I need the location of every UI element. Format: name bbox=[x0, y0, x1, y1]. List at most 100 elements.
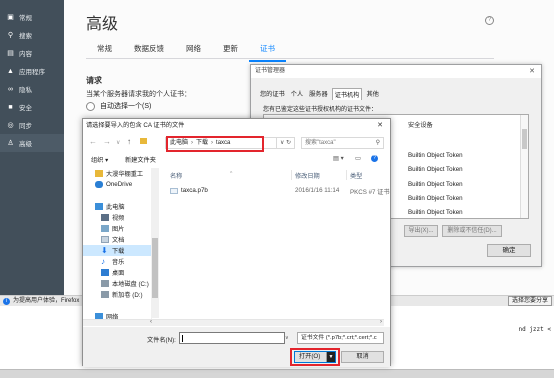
share-choice-button[interactable]: 选择您要分享 bbox=[507, 296, 552, 306]
refresh-icon[interactable]: ∨ ↻ bbox=[277, 137, 295, 149]
sidebar-item-search[interactable]: ⚲ 搜索 bbox=[0, 26, 64, 44]
file-chooser-dialog: 请选择要导入的包含 CA 证书的文件 ✕ ← → ∨ ↑ 此电脑 › 下载 › taxc… bbox=[82, 118, 391, 367]
search-icon: ⚲ bbox=[375, 140, 380, 146]
tree-item-pictures[interactable]: 图片 bbox=[83, 223, 151, 234]
sidebar-item-sync[interactable]: ◎ 同步 bbox=[0, 116, 64, 134]
search-input[interactable]: 搜索"taxca" ⚲ bbox=[301, 137, 384, 149]
tree-item-music[interactable]: ♪ 音乐 bbox=[83, 256, 151, 267]
file-list[interactable]: 名称 ^ 修改日期 类型 taxca.p7b 2016/1/16 11:14 P… bbox=[160, 168, 390, 318]
sidebar-item-advanced[interactable]: ♙ 高级 bbox=[0, 134, 64, 152]
tab-divider bbox=[86, 58, 494, 59]
cancel-button[interactable]: 取消 bbox=[341, 351, 384, 363]
preview-pane-icon[interactable]: ▭ bbox=[355, 155, 361, 162]
column-header-name[interactable]: 名称 bbox=[170, 171, 182, 180]
gear-icon: ▣ bbox=[7, 14, 14, 21]
tab-servers[interactable]: 服务器 bbox=[307, 88, 330, 100]
filetype-select[interactable]: 证书文件 (*.p7b;*.crt;*.cert;*.c bbox=[297, 332, 384, 344]
column-header-modified[interactable]: 修改日期 bbox=[295, 171, 320, 180]
view-options-icon[interactable]: ▤ ▾ bbox=[333, 155, 344, 162]
list-scrollbar[interactable] bbox=[520, 115, 528, 218]
sidebar-item-label: 高级 bbox=[19, 141, 32, 148]
filename-input[interactable] bbox=[179, 332, 285, 344]
scroll-left-icon[interactable]: ‹ bbox=[150, 319, 152, 325]
tree-item-documents[interactable]: 文档 bbox=[83, 234, 151, 245]
chevron-down-icon[interactable]: ∨ bbox=[285, 332, 292, 344]
sidebar-item-label: 内容 bbox=[19, 51, 32, 58]
sidebar-item-privacy[interactable]: ∞ 隐私 bbox=[0, 80, 64, 98]
tree-item-folder[interactable]: 大漫华棚重工 bbox=[83, 168, 151, 179]
tree-item-desktop[interactable]: 桌面 bbox=[83, 267, 151, 278]
tab-authorities[interactable]: 证书机构 bbox=[331, 88, 363, 100]
sort-arrow-icon: ^ bbox=[230, 171, 233, 177]
list-item[interactable]: Builtin Object Token bbox=[408, 181, 463, 188]
tree-item-onedrive[interactable]: OneDrive bbox=[83, 179, 151, 190]
tree-item-drive-d[interactable]: 新加卷 (D:) bbox=[83, 289, 151, 300]
tree-item-videos[interactable]: 视频 bbox=[83, 212, 151, 223]
tree-item-this-pc[interactable]: 此电脑 bbox=[83, 201, 151, 212]
picture-icon bbox=[101, 225, 109, 232]
delete-distrust-button[interactable]: 删除或不信任(D)... bbox=[442, 225, 502, 237]
tree-item-label: 本地磁盘 (C:) bbox=[112, 281, 149, 288]
tree-item-label: 桌面 bbox=[112, 270, 125, 277]
certificate-manager-title: 证书管理器 bbox=[251, 65, 541, 78]
desktop-icon bbox=[101, 269, 109, 276]
navigation-scrollbar[interactable] bbox=[151, 168, 159, 318]
list-item[interactable]: 安全设备 bbox=[408, 120, 433, 129]
sidebar-item-applications[interactable]: ▲ 应用程序 bbox=[0, 62, 64, 80]
tree-item-label: 新加卷 (D:) bbox=[112, 292, 143, 299]
list-item[interactable]: Builtin Object Token bbox=[408, 152, 463, 159]
sidebar-item-content[interactable]: ▤ 内容 bbox=[0, 44, 64, 62]
scroll-thumb[interactable] bbox=[152, 238, 158, 298]
chevron-down-icon[interactable]: ∨ bbox=[116, 139, 120, 146]
auto-select-radio[interactable] bbox=[86, 101, 95, 111]
file-toolbar: 组织 ▾ 新建文件夹 ▤ ▾ ▭ ? bbox=[83, 152, 390, 166]
tree-item-downloads[interactable]: ⬇ 下载 bbox=[83, 245, 151, 256]
open-button-highlight bbox=[290, 348, 340, 366]
close-icon[interactable]: ✕ bbox=[377, 121, 383, 129]
tree-item-drive-c[interactable]: 本地磁盘 (C:) bbox=[83, 278, 151, 289]
back-arrow-icon[interactable]: ← bbox=[89, 137, 97, 146]
new-folder-button[interactable]: 新建文件夹 bbox=[125, 155, 156, 164]
organize-button[interactable]: 组织 ▾ bbox=[91, 155, 108, 164]
certificate-file-icon bbox=[170, 188, 178, 194]
up-arrow-icon[interactable]: ↑ bbox=[127, 137, 131, 146]
tree-item-label: OneDrive bbox=[106, 181, 133, 188]
sidebar-item-label: 搜索 bbox=[19, 33, 32, 40]
table-row[interactable]: taxca.p7b 2016/1/16 11:14 PKCS #7 证书 bbox=[160, 185, 390, 196]
taskbar bbox=[0, 369, 554, 378]
sidebar-item-security[interactable]: ■ 安全 bbox=[0, 98, 64, 116]
sync-icon: ◎ bbox=[7, 122, 14, 129]
filetype-value: 证书文件 (*.p7b;*.crt;*.cert;*.c bbox=[301, 335, 377, 341]
page-title: 高级 bbox=[86, 16, 119, 33]
close-icon[interactable]: ✕ bbox=[529, 67, 535, 75]
list-item[interactable]: Builtin Object Token bbox=[408, 195, 463, 202]
scroll-right-icon[interactable]: › bbox=[380, 319, 382, 325]
list-item[interactable]: Builtin Object Token bbox=[408, 209, 463, 216]
auto-select-option[interactable]: 自动选择一个(S) bbox=[86, 101, 151, 111]
sidebar-item-label: 隐私 bbox=[19, 87, 32, 94]
auto-select-label: 自动选择一个(S) bbox=[100, 103, 152, 110]
wizard-hat-icon: ♙ bbox=[7, 140, 14, 147]
forward-arrow-icon[interactable]: → bbox=[103, 137, 111, 146]
sidebar-item-general[interactable]: ▣ 常规 bbox=[0, 8, 64, 26]
breadcrumb-highlight bbox=[166, 136, 264, 152]
sidebar-item-label: 同步 bbox=[19, 123, 32, 130]
dialog-title: 请选择要导入的包含 CA 证书的文件 bbox=[86, 122, 185, 129]
help-icon[interactable]: ? bbox=[371, 155, 378, 162]
ok-button[interactable]: 确定 bbox=[487, 244, 531, 257]
export-button[interactable]: 导出(X)... bbox=[404, 225, 438, 237]
file-modified: 2016/1/16 11:14 bbox=[295, 187, 340, 194]
info-icon: i bbox=[3, 298, 10, 305]
tab-people[interactable]: 个人 bbox=[289, 88, 305, 100]
mask-icon: ∞ bbox=[8, 85, 13, 93]
scroll-thumb[interactable] bbox=[522, 129, 527, 149]
tab-others[interactable]: 其他 bbox=[364, 88, 380, 100]
tab-your-certs[interactable]: 您的证书 bbox=[258, 88, 287, 100]
list-item[interactable]: Builtin Object Token bbox=[408, 166, 463, 173]
help-icon[interactable]: ? bbox=[485, 16, 494, 25]
horizontal-scrollbar[interactable]: ‹ › bbox=[83, 319, 384, 326]
navigation-pane[interactable]: 大漫华棚重工 OneDrive 此电脑 视频 图片 文档 ⬇ 下载 ♪ 音乐 桌面 … bbox=[83, 168, 152, 325]
column-header-type[interactable]: 类型 bbox=[350, 171, 362, 180]
sidebar-item-label: 应用程序 bbox=[19, 69, 45, 76]
